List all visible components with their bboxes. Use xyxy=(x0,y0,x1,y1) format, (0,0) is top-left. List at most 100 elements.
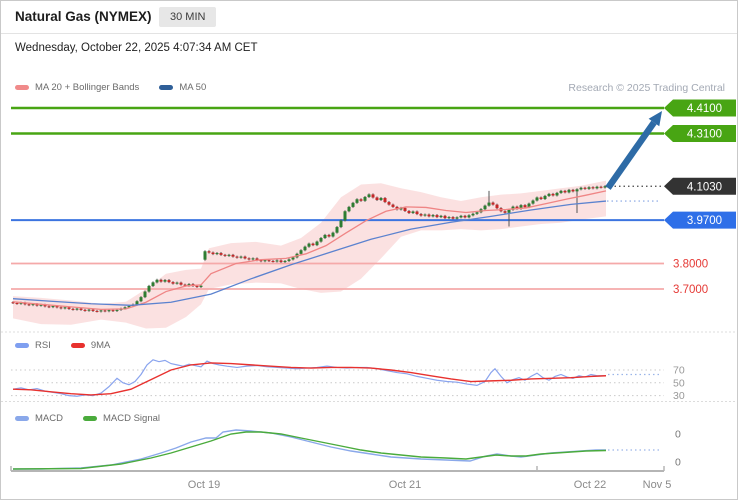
forecast-arrow-shaft xyxy=(605,120,657,190)
candle-up xyxy=(547,193,551,196)
candle-up xyxy=(467,215,471,218)
price-badge-label: 4.3100 xyxy=(687,128,722,140)
candle-up xyxy=(531,200,535,204)
candle-up xyxy=(143,291,147,298)
candle-up xyxy=(155,279,159,283)
chart-canvas: 4.4100 4.3100 4.1030 3.9700 3.8000 3.7000 7050… xyxy=(1,99,737,491)
candle-up xyxy=(263,260,267,262)
candle-down xyxy=(599,186,603,188)
candle-up xyxy=(51,306,55,308)
price-badge-label: 4.1030 xyxy=(687,181,722,193)
candle-up xyxy=(115,309,119,311)
chart-card: 4.4100 4.3100 4.1030 3.9700 3.8000 3.7000 70 50… xyxy=(0,0,738,500)
candle-down xyxy=(271,260,275,262)
ma50-swatch xyxy=(159,85,174,90)
candle-down xyxy=(231,254,235,257)
candle-down xyxy=(407,210,411,214)
candle-down xyxy=(267,260,271,262)
candle-up xyxy=(367,194,371,197)
candle-up xyxy=(351,202,355,207)
candle-up xyxy=(507,209,511,213)
candle-up xyxy=(459,215,463,218)
candle-down xyxy=(387,202,391,205)
rsi-grid-label: 30 xyxy=(673,390,685,402)
candle-up xyxy=(363,196,367,201)
candle-down xyxy=(563,190,567,193)
support-price-label: 3.8000 xyxy=(673,259,708,271)
candle-up xyxy=(199,285,203,287)
candle-up xyxy=(471,213,475,216)
candle-down xyxy=(207,251,211,253)
candle-up xyxy=(447,217,451,219)
candle-up xyxy=(287,259,291,261)
candle-down xyxy=(495,204,499,209)
macd-signal-swatch xyxy=(82,416,97,421)
candle-down xyxy=(211,252,215,255)
instrument-title: Natural Gas (NYMEX) xyxy=(15,9,152,24)
candle-down xyxy=(463,215,467,218)
candle-down xyxy=(383,197,387,203)
macd-line xyxy=(13,429,606,470)
candle-down xyxy=(571,189,575,192)
rsi-legend: RSI 9MA xyxy=(15,340,124,351)
macd-zero-label: 0 xyxy=(675,457,681,469)
candle-up xyxy=(555,192,559,196)
candle-down xyxy=(491,202,495,205)
candle-up xyxy=(455,217,459,219)
macd-swatch xyxy=(15,416,29,421)
candle-up xyxy=(483,205,487,210)
candle-down xyxy=(591,187,595,189)
candle-up xyxy=(275,260,279,262)
rsi-9ma-swatch xyxy=(70,343,85,348)
candle-up xyxy=(487,202,491,206)
candle-up xyxy=(347,206,351,212)
candle-up xyxy=(475,212,479,214)
x-axis-date-label: Nov 5 xyxy=(643,479,672,491)
candle-up xyxy=(331,232,335,237)
candle-down xyxy=(279,260,283,262)
candle-down xyxy=(523,205,527,208)
candle-down xyxy=(403,207,407,211)
candle-up xyxy=(99,310,103,312)
candle-up xyxy=(431,215,435,217)
candle-up xyxy=(411,211,415,214)
candle-up xyxy=(335,227,339,233)
candle-down xyxy=(391,204,395,207)
candle-up xyxy=(175,282,179,284)
x-axis-date-label: Oct 21 xyxy=(389,479,421,491)
timeframe-badge: 30 MIN xyxy=(159,7,217,27)
ma20-bollinger-swatch xyxy=(15,85,29,90)
candle-down xyxy=(435,215,439,218)
candle-up xyxy=(355,199,359,203)
candle-down xyxy=(195,285,199,287)
bollinger-band-area xyxy=(13,180,606,329)
candle-up xyxy=(559,190,563,193)
candle-down xyxy=(551,193,555,196)
candle-down xyxy=(103,310,107,312)
candle-down xyxy=(503,211,507,213)
candle-up xyxy=(107,310,111,312)
candle-up xyxy=(75,308,79,310)
x-axis-date-label: Oct 19 xyxy=(188,479,220,491)
rsi-grid-label: 50 xyxy=(673,377,685,389)
candle-up xyxy=(163,280,167,282)
macd-legend: MACD MACD Signal xyxy=(15,413,174,424)
candle-up xyxy=(535,197,539,201)
candle-up xyxy=(379,197,383,201)
candle-down xyxy=(91,309,95,311)
candle-down xyxy=(427,214,431,217)
candle-up xyxy=(283,260,287,262)
candle-up xyxy=(299,250,303,254)
macd-signal-line xyxy=(12,431,607,470)
candle-up xyxy=(151,282,155,286)
candle-up xyxy=(575,189,579,192)
candle-down xyxy=(375,197,379,201)
candle-up xyxy=(595,186,599,189)
candle-down xyxy=(311,243,315,246)
rsi-line xyxy=(12,359,606,397)
candle-up xyxy=(307,243,311,247)
rsi-9ma-line xyxy=(12,362,607,396)
candle-up xyxy=(135,301,139,305)
candle-down xyxy=(159,279,163,282)
candle-down xyxy=(67,307,71,309)
